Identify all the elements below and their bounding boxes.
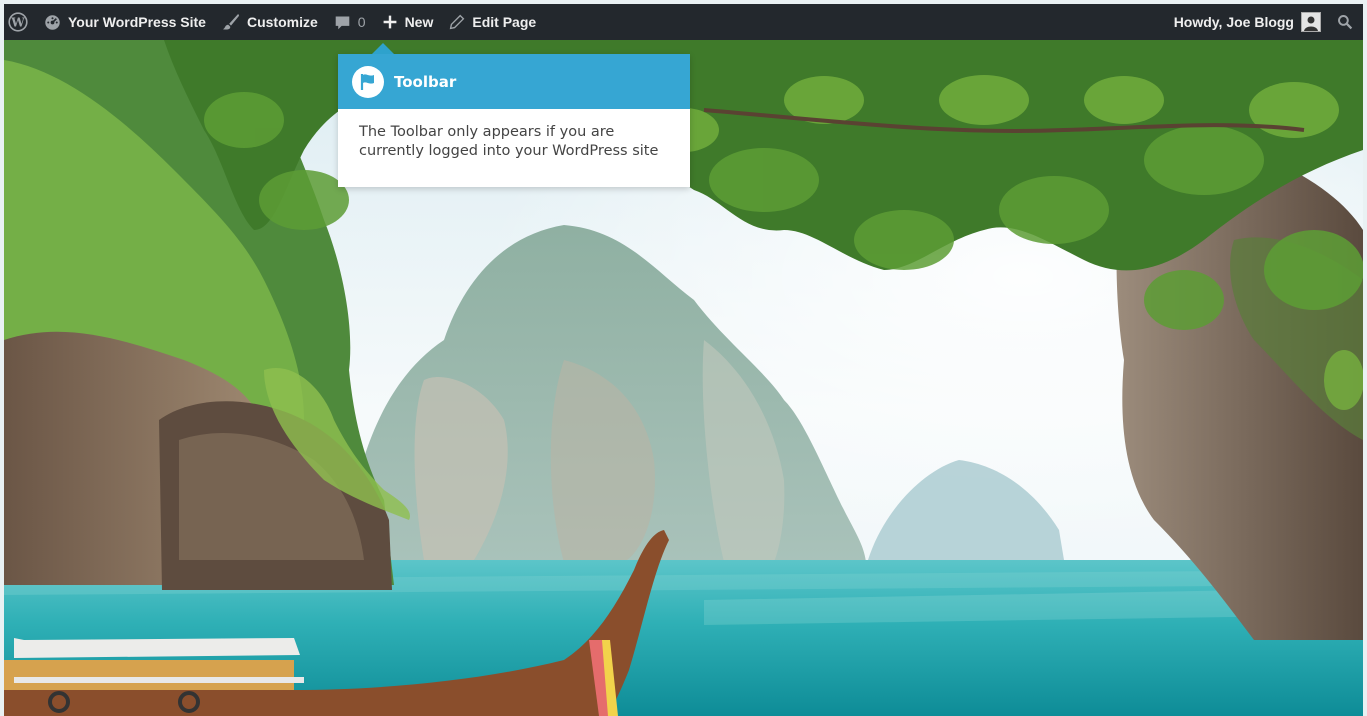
customize-link[interactable]: Customize [214, 4, 326, 40]
wordpress-menu[interactable]: W [4, 4, 36, 40]
toolbar-help-pointer: Toolbar The Toolbar only appears if you … [338, 43, 690, 187]
search-button[interactable] [1329, 4, 1363, 40]
browser-frame: W Your WordPress Site Customize 0 New Ed… [0, 0, 1367, 716]
toolbar-left: W Your WordPress Site Customize 0 New Ed… [4, 4, 544, 40]
comment-bubble-icon [334, 14, 351, 31]
search-icon [1337, 14, 1353, 30]
new-content-menu[interactable]: New [374, 4, 442, 40]
new-label: New [404, 14, 434, 30]
avatar [1301, 12, 1321, 32]
flag-icon [352, 65, 384, 98]
pointer-title: Toolbar [394, 72, 457, 91]
brush-icon [222, 13, 240, 31]
svg-text:W: W [10, 15, 25, 29]
edit-page-label: Edit Page [472, 14, 537, 30]
pointer-arrow [372, 43, 394, 54]
comments-count: 0 [357, 14, 366, 30]
pointer-body-text: The Toolbar only appears if you are curr… [359, 124, 659, 159]
site-name-label: Your WordPress Site [68, 14, 206, 30]
admin-toolbar: W Your WordPress Site Customize 0 New Ed… [4, 4, 1363, 40]
pointer-header: Toolbar [338, 54, 690, 109]
edit-page-link[interactable]: Edit Page [441, 4, 544, 40]
plus-icon [382, 14, 398, 30]
pencil-icon [449, 14, 465, 30]
customize-label: Customize [246, 14, 318, 30]
dashboard-icon [44, 14, 61, 31]
site-name-menu[interactable]: Your WordPress Site [36, 4, 214, 40]
howdy-label: Howdy, Joe Blogg [1173, 14, 1294, 30]
user-account-menu[interactable]: Howdy, Joe Blogg [1166, 4, 1329, 40]
wordpress-logo-icon: W [8, 12, 28, 32]
comments-link[interactable]: 0 [326, 4, 374, 40]
toolbar-right: Howdy, Joe Blogg [1166, 4, 1363, 40]
